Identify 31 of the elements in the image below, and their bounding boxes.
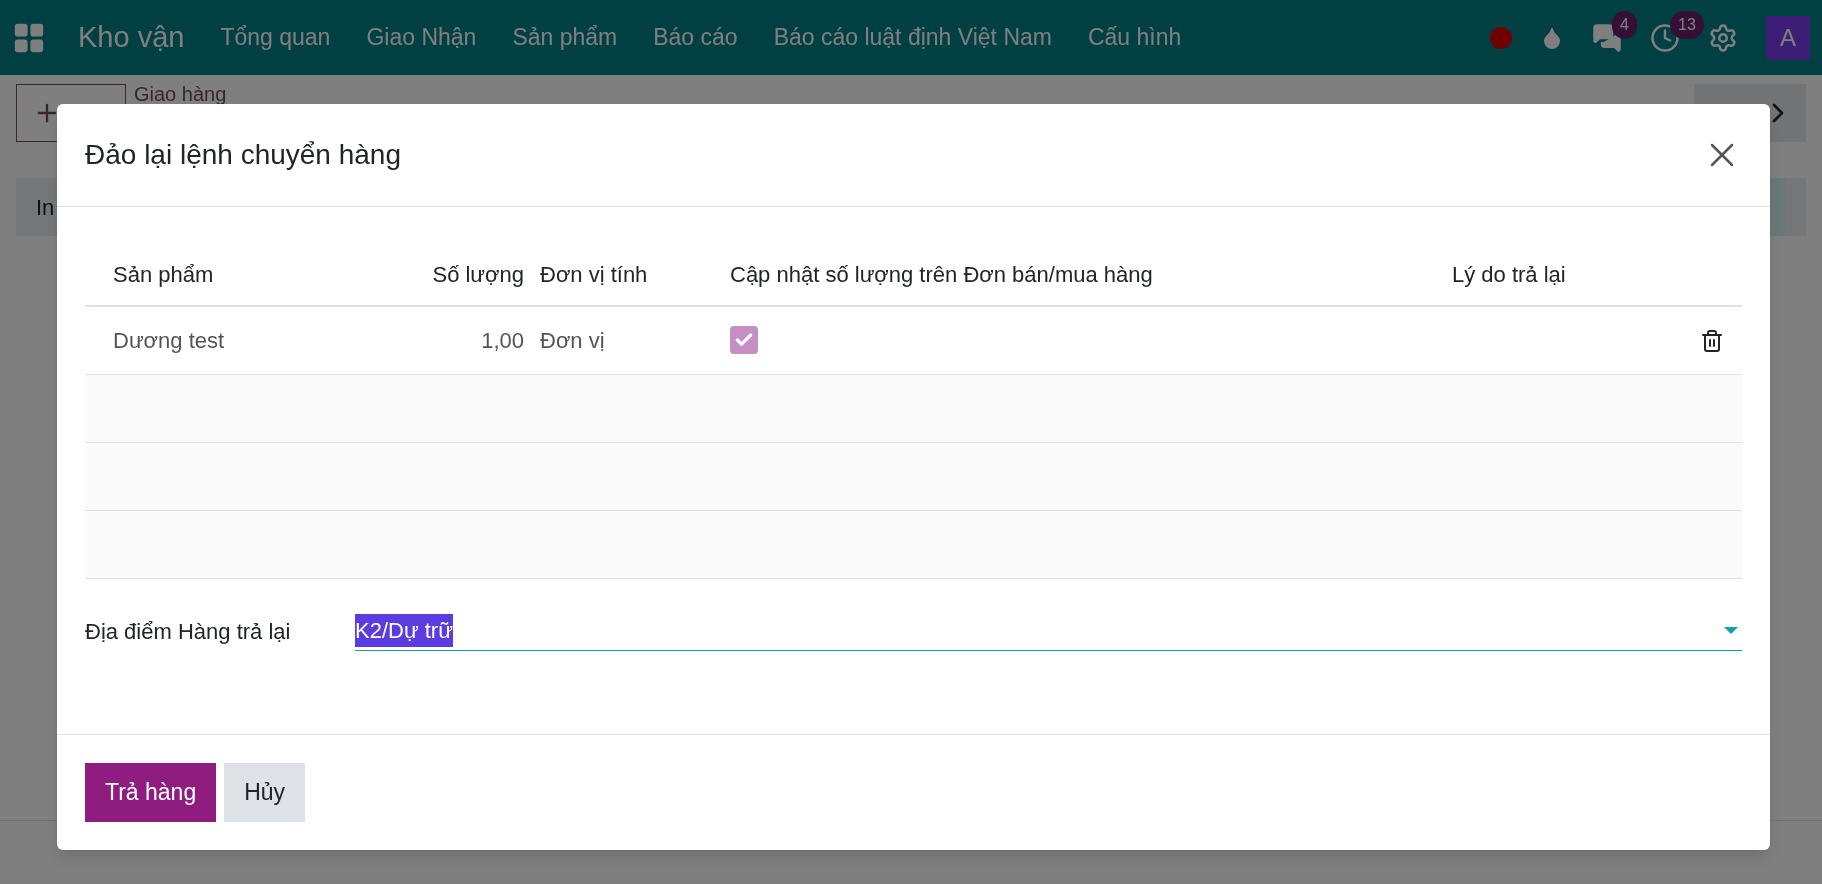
delete-icon[interactable] bbox=[1700, 328, 1724, 353]
column-header[interactable]: Cập nhật số lượng trên Đơn bán/mua hàng bbox=[730, 257, 1452, 291]
dropdown-caret-icon[interactable] bbox=[1724, 627, 1738, 634]
cancel-button[interactable]: Hủy bbox=[224, 763, 306, 822]
activity-count-badge: 13 bbox=[1670, 10, 1704, 39]
menu-link[interactable]: Báo cáo bbox=[653, 20, 738, 55]
location-value: K2/Dự trữ bbox=[355, 614, 453, 647]
menu-link[interactable]: Cấu hình bbox=[1087, 20, 1182, 55]
menu-link[interactable]: Báo cáo luật định Việt Nam bbox=[773, 20, 1052, 55]
return-button[interactable]: Trả hàng bbox=[85, 763, 217, 822]
column-header[interactable]: Lý do trả lại bbox=[1452, 257, 1682, 291]
chat-count-badge: 4 bbox=[1612, 10, 1637, 39]
column-header[interactable]: Sản phẩm bbox=[85, 257, 415, 291]
clock-icon[interactable] bbox=[1650, 22, 1680, 53]
table-cell-text: Đơn vị bbox=[540, 327, 606, 355]
chat-icon[interactable] bbox=[1592, 22, 1622, 53]
menu-link[interactable]: Sản phẩm bbox=[512, 20, 618, 55]
settings-icon[interactable] bbox=[1708, 22, 1738, 53]
app-title[interactable]: Kho vận bbox=[78, 15, 185, 60]
table-cell-text: Dương test bbox=[112, 327, 226, 355]
checkbox[interactable] bbox=[730, 326, 758, 354]
print-button[interactable]: In bbox=[36, 190, 55, 224]
table-cell-text: 1,00 bbox=[480, 327, 525, 355]
menu-link[interactable]: Giao Nhận bbox=[366, 20, 477, 55]
field-label: Địa điểm Hàng trả lại bbox=[85, 617, 292, 646]
menu-link[interactable]: Tổng quan bbox=[220, 20, 331, 55]
dialog-title: Đảo lại lệnh chuyển hàng bbox=[85, 138, 401, 172]
column-header[interactable]: Đơn vị tính bbox=[540, 257, 730, 291]
user-avatar[interactable]: A bbox=[1766, 15, 1810, 60]
location-select[interactable]: K2/Dự trữ bbox=[355, 611, 1742, 651]
column-header[interactable]: Số lượng bbox=[415, 257, 540, 291]
